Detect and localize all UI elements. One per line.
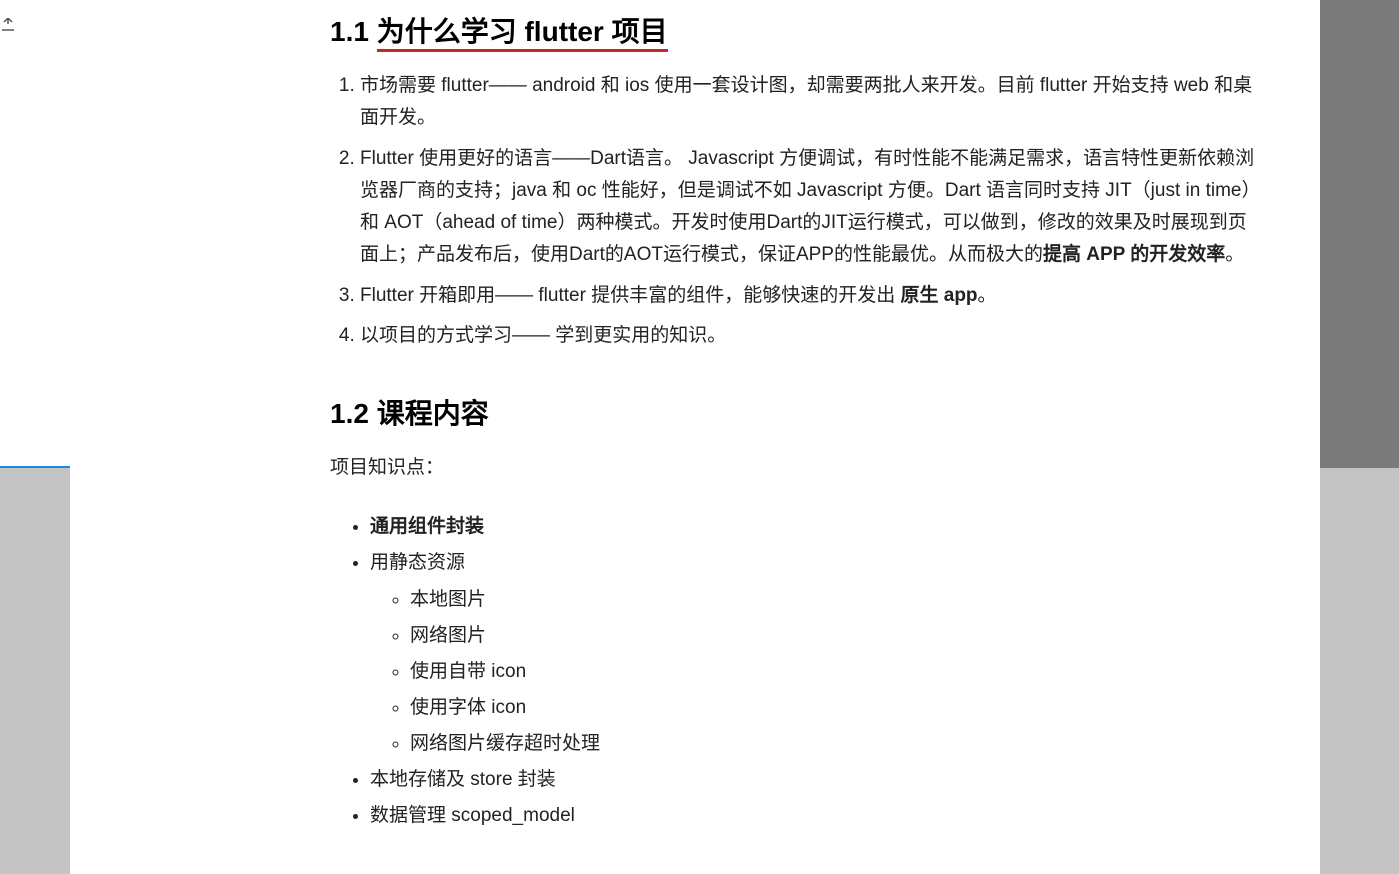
list-item: 本地存储及 store 封装 <box>370 762 1260 798</box>
collapse-icon[interactable] <box>0 18 16 34</box>
list-item: 数据管理 scoped_model <box>370 798 1260 834</box>
list-item: 网络图片 <box>410 618 1260 654</box>
document-content: 1.1 为什么学习 flutter 项目 市场需要 flutter—— andr… <box>70 0 1320 874</box>
content-list: 通用组件封装 用静态资源 本地图片 网络图片 使用自带 icon 使用字体 ic… <box>330 509 1260 834</box>
list-item: 以项目的方式学习—— 学到更实用的知识。 <box>360 320 1260 352</box>
sub-list: 本地图片 网络图片 使用自带 icon 使用字体 icon 网络图片缓存超时处理 <box>370 582 1260 762</box>
list-item: 通用组件封装 <box>370 509 1260 545</box>
list-item: Flutter 开箱即用—— flutter 提供丰富的组件，能够快速的开发出 … <box>360 280 1260 312</box>
list-item: 使用自带 icon <box>410 654 1260 690</box>
list-item: 本地图片 <box>410 582 1260 618</box>
list-item: 使用字体 icon <box>410 690 1260 726</box>
heading-number: 1.1 <box>330 16 377 47</box>
list-item: 用静态资源 本地图片 网络图片 使用自带 icon 使用字体 icon 网络图片… <box>370 545 1260 762</box>
reasons-list: 市场需要 flutter—— android 和 ios 使用一套设计图，却需要… <box>330 70 1260 352</box>
intro-text: 项目知识点： <box>330 452 1260 479</box>
section-1-1-heading: 1.1 为什么学习 flutter 项目 <box>330 10 668 50</box>
list-item: 网络图片缓存超时处理 <box>410 726 1260 762</box>
list-item: Flutter 使用更好的语言——Dart语言。 Javascript 方便调试… <box>360 143 1260 272</box>
heading-text: 为什么学习 flutter 项目 <box>377 16 668 52</box>
section-1-2-heading: 1.2 课程内容 <box>330 392 1260 432</box>
list-item: 市场需要 flutter—— android 和 ios 使用一套设计图，却需要… <box>360 70 1260 135</box>
